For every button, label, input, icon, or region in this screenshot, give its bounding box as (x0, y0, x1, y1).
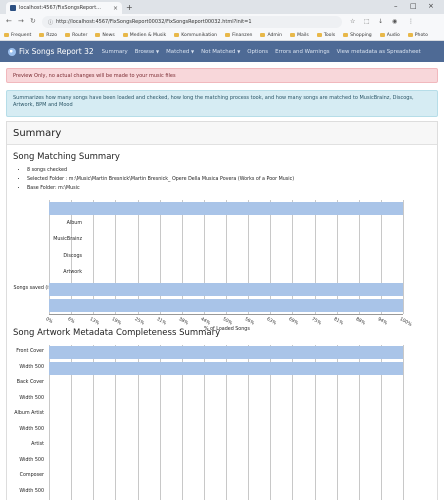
app-brand[interactable]: Fix Songs Report 32 (8, 47, 94, 56)
bookmark-label: Admin (267, 32, 283, 38)
minimize-icon[interactable]: – (394, 2, 398, 10)
bookmark-folder[interactable]: Router (65, 33, 87, 38)
bookmark-label: Frequent (11, 32, 32, 38)
profile-icon[interactable]: ◉ (392, 18, 397, 25)
bookmark-folder[interactable]: Rzzo (39, 33, 57, 38)
bookmark-folder[interactable]: Frequent (4, 33, 31, 38)
folder-icon (379, 33, 385, 37)
chart-category-label: Width 500 (19, 457, 44, 463)
nav-not-matched[interactable]: Not Matched ▼ (201, 49, 240, 55)
site-info-icon[interactable]: ⓘ (48, 19, 53, 26)
bookmark-folder[interactable]: Finanzen (225, 33, 252, 38)
folder-icon (260, 33, 266, 37)
chart-category-label: Back Cover (16, 380, 44, 386)
bookmark-star-icon[interactable]: ☆ (350, 18, 355, 25)
address-url: http://localhost:4567/FixSongsReport0003… (56, 19, 252, 25)
browser-toolbar: ← → ↻ ⓘ http://localhost:4567/FixSongsRe… (0, 14, 444, 30)
folder-icon (290, 33, 296, 37)
chart-bar (49, 346, 403, 360)
bookmark-label: Router (72, 32, 88, 38)
preview-alert: Preview Only, no actual changes will be … (6, 68, 438, 83)
chart-category-label: Artist (31, 442, 44, 448)
tab-title: localhost:4567/FixSongsReport... (19, 5, 101, 11)
nav-summary[interactable]: Summary (102, 49, 128, 55)
app-logo-icon (8, 47, 16, 56)
bookmark-label: Kommunikation (181, 32, 218, 38)
folder-icon (407, 33, 413, 37)
bookmark-folder[interactable]: Shopping (343, 33, 372, 38)
chart-category-label: Composer (19, 473, 44, 479)
folder-icon (225, 33, 231, 37)
bookmark-label: News (102, 32, 115, 38)
info-alert: Summarizes how many songs have been load… (6, 90, 438, 117)
bookmark-folder[interactable]: News (95, 32, 115, 38)
bookmarks-bar: Frequent Rzzo Router News Medien & Musik Komm… (0, 30, 444, 41)
address-bar[interactable]: ⓘ http://localhost:4567/FixSongsReport00… (42, 16, 342, 28)
dropdown-caret-icon: ▼ (237, 48, 241, 54)
chart-category-label: Width 500 (19, 426, 44, 432)
folder-icon (39, 33, 45, 37)
bookmark-label: Medien & Musik (129, 32, 167, 38)
browser-tabstrip: localhost:4567/FixSongsReport... × + – □… (0, 0, 444, 14)
dropdown-caret-icon: ▼ (191, 48, 195, 54)
chart-bar (49, 361, 403, 375)
forward-icon[interactable]: → (18, 17, 24, 25)
site-favicon-icon (10, 5, 16, 11)
new-tab-icon[interactable]: + (126, 3, 133, 12)
browser-tab[interactable]: localhost:4567/FixSongsReport... × (6, 2, 122, 14)
close-window-icon[interactable]: × (428, 2, 434, 10)
bookmark-folder[interactable]: Audio (379, 32, 400, 38)
extensions-icon[interactable]: ⬚ (364, 18, 370, 25)
nav-matched[interactable]: Matched ▼ (166, 49, 194, 55)
folder-icon (174, 33, 180, 37)
close-tab-icon[interactable]: × (113, 5, 118, 12)
bookmark-folder[interactable]: Tools (316, 32, 336, 38)
artwork-completeness-chart: Front Cover Width 500 Back Cover Width 500 A… (7, 122, 439, 500)
folder-icon (316, 33, 322, 37)
folder-icon (122, 33, 128, 37)
summary-panel: Summary Song Matching Summary 8 songs ch… (6, 121, 438, 500)
nav-options[interactable]: Options (247, 49, 268, 55)
menu-icon[interactable]: ⋮ (408, 18, 414, 25)
bookmark-label: Mails (297, 32, 309, 38)
chart-category-label: Width 500 (19, 395, 44, 401)
nav-browse[interactable]: Browse ▼ (135, 49, 159, 55)
bookmark-folder[interactable]: Admin (260, 33, 282, 38)
bookmark-label: Tools (323, 32, 336, 38)
folder-icon (343, 33, 349, 37)
chart-category-label: Width 500 (19, 488, 44, 494)
app-navbar: Fix Songs Report 32 Summary Browse ▼ Mat… (0, 41, 444, 62)
back-icon[interactable]: ← (6, 17, 12, 25)
bookmark-folder[interactable]: Photo (407, 32, 428, 38)
maximize-icon[interactable]: □ (410, 2, 417, 10)
bookmark-label: Finanzen (232, 32, 253, 38)
nav-errors-warnings[interactable]: Errors and Warnings (275, 49, 330, 55)
downloads-icon[interactable]: ↓ (378, 18, 383, 25)
bookmark-folder[interactable]: Medien & Musik (122, 32, 167, 38)
bookmark-folder[interactable]: Mails (290, 33, 309, 38)
nav-view-spreadsheet[interactable]: View metadata as Spreadsheet (337, 49, 421, 55)
bookmark-label: Photo (414, 32, 428, 38)
chart-gridline (403, 345, 404, 500)
bookmark-label: Rzzo (46, 32, 58, 38)
bookmark-label: Shopping (350, 32, 372, 38)
chart-category-label: Front Cover (16, 349, 44, 355)
folder-icon (4, 33, 9, 37)
chart-category-label: Width 500 (19, 364, 44, 370)
bookmark-folder[interactable]: Kommunikation (174, 33, 217, 38)
chart-category-label: Album Artist (14, 411, 44, 417)
app-title: Fix Songs Report 32 (19, 47, 94, 56)
reload-icon[interactable]: ↻ (30, 17, 36, 25)
dropdown-caret-icon: ▼ (156, 48, 160, 54)
folder-icon (95, 33, 101, 37)
folder-icon (65, 33, 71, 37)
bookmark-label: Audio (386, 32, 400, 38)
